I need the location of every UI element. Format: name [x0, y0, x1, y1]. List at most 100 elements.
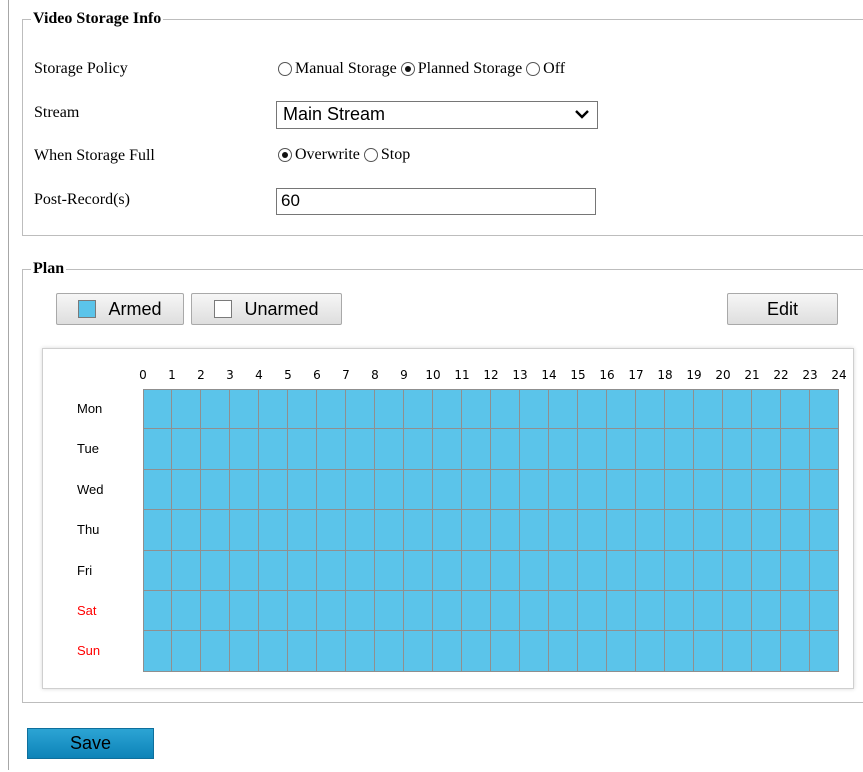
schedule-cell[interactable]	[375, 591, 404, 632]
schedule-cell[interactable]	[752, 469, 781, 511]
schedule-cell[interactable]	[520, 510, 549, 551]
schedule-cell[interactable]	[781, 389, 810, 430]
schedule-cell[interactable]	[723, 591, 752, 632]
schedule-cell[interactable]	[230, 389, 259, 430]
schedule-cell[interactable]	[665, 429, 694, 470]
schedule-cell[interactable]	[143, 389, 172, 430]
schedule-cell[interactable]	[781, 510, 810, 551]
schedule-cell[interactable]	[201, 469, 230, 511]
schedule-cell[interactable]	[288, 469, 317, 511]
manual-storage-option[interactable]: Manual Storage	[278, 60, 397, 78]
schedule-cell[interactable]	[607, 429, 636, 470]
schedule-cell[interactable]	[375, 389, 404, 430]
schedule-cell[interactable]	[636, 591, 665, 632]
schedule-cell[interactable]	[578, 631, 607, 672]
schedule-cell[interactable]	[375, 429, 404, 470]
schedule-cell[interactable]	[172, 510, 201, 551]
schedule-cell[interactable]	[781, 550, 810, 591]
schedule-cell[interactable]	[810, 510, 839, 551]
schedule-cell[interactable]	[317, 429, 346, 470]
schedule-cell[interactable]	[433, 389, 462, 430]
schedule-cell[interactable]	[230, 550, 259, 591]
schedule-cell[interactable]	[288, 429, 317, 470]
schedule-cell[interactable]	[172, 469, 201, 511]
schedule-cell[interactable]	[578, 510, 607, 551]
schedule-cell[interactable]	[259, 550, 288, 591]
schedule-cell[interactable]	[665, 510, 694, 551]
schedule-cell[interactable]	[404, 591, 433, 632]
schedule-cell[interactable]	[752, 510, 781, 551]
schedule-cell[interactable]	[201, 429, 230, 470]
schedule-cell[interactable]	[607, 550, 636, 591]
schedule-cell[interactable]	[810, 429, 839, 470]
schedule-cell[interactable]	[491, 550, 520, 591]
stop-option[interactable]: Stop	[363, 146, 410, 164]
schedule-cell[interactable]	[491, 591, 520, 632]
schedule-cell[interactable]	[607, 631, 636, 672]
schedule-cell[interactable]	[375, 469, 404, 511]
save-button[interactable]: Save	[27, 728, 154, 759]
edit-button[interactable]: Edit	[727, 293, 838, 325]
schedule-cell[interactable]	[520, 631, 549, 672]
armed-button[interactable]: Armed	[56, 293, 184, 325]
schedule-cell[interactable]	[520, 429, 549, 470]
schedule-cell[interactable]	[230, 469, 259, 511]
schedule-cell[interactable]	[259, 389, 288, 430]
schedule-cell[interactable]	[346, 469, 375, 511]
schedule-cell[interactable]	[549, 429, 578, 470]
schedule-cell[interactable]	[143, 469, 172, 511]
schedule-cell[interactable]	[781, 429, 810, 470]
post-record-input[interactable]: 60	[276, 188, 596, 215]
schedule-cell[interactable]	[520, 469, 549, 511]
schedule-cell[interactable]	[404, 469, 433, 511]
schedule-cell[interactable]	[462, 510, 491, 551]
schedule-cell[interactable]	[752, 429, 781, 470]
schedule-cell[interactable]	[259, 631, 288, 672]
schedule-cell[interactable]	[462, 591, 491, 632]
unarmed-button[interactable]: Unarmed	[191, 293, 342, 325]
schedule-cell[interactable]	[462, 631, 491, 672]
schedule-cell[interactable]	[636, 469, 665, 511]
schedule-cell[interactable]	[694, 389, 723, 430]
off-option[interactable]: Off	[526, 60, 565, 78]
schedule-cell[interactable]	[723, 631, 752, 672]
stream-select[interactable]: Main Stream	[276, 101, 598, 129]
schedule-cell[interactable]	[694, 469, 723, 511]
schedule-cell[interactable]	[520, 550, 549, 591]
schedule-cell[interactable]	[317, 389, 346, 430]
schedule-cell[interactable]	[752, 550, 781, 591]
schedule-cell[interactable]	[462, 550, 491, 591]
schedule-cell[interactable]	[143, 631, 172, 672]
schedule-cell[interactable]	[781, 631, 810, 672]
schedule-cell[interactable]	[723, 389, 752, 430]
schedule-cell[interactable]	[665, 469, 694, 511]
schedule-cell[interactable]	[462, 469, 491, 511]
schedule-cell[interactable]	[172, 591, 201, 632]
schedule-cell[interactable]	[404, 429, 433, 470]
schedule-cell[interactable]	[810, 550, 839, 591]
schedule-cell[interactable]	[143, 429, 172, 470]
schedule-cell[interactable]	[230, 631, 259, 672]
schedule-cell[interactable]	[259, 510, 288, 551]
schedule-cell[interactable]	[230, 510, 259, 551]
schedule-cell[interactable]	[607, 469, 636, 511]
schedule-cell[interactable]	[288, 389, 317, 430]
schedule-cell[interactable]	[317, 550, 346, 591]
schedule-cell[interactable]	[317, 591, 346, 632]
schedule-cell[interactable]	[201, 510, 230, 551]
schedule-cell[interactable]	[230, 429, 259, 470]
schedule-cell[interactable]	[723, 429, 752, 470]
schedule-cell[interactable]	[288, 550, 317, 591]
schedule-cell[interactable]	[346, 591, 375, 632]
schedule-cell[interactable]	[549, 631, 578, 672]
schedule-cell[interactable]	[375, 550, 404, 591]
schedule-cell[interactable]	[810, 469, 839, 511]
schedule-cell[interactable]	[694, 550, 723, 591]
schedule-cell[interactable]	[810, 631, 839, 672]
schedule-cell[interactable]	[694, 429, 723, 470]
schedule-cell[interactable]	[375, 510, 404, 551]
schedule-cell[interactable]	[201, 591, 230, 632]
schedule-cell[interactable]	[752, 631, 781, 672]
schedule-cell[interactable]	[259, 591, 288, 632]
schedule-cell[interactable]	[230, 591, 259, 632]
